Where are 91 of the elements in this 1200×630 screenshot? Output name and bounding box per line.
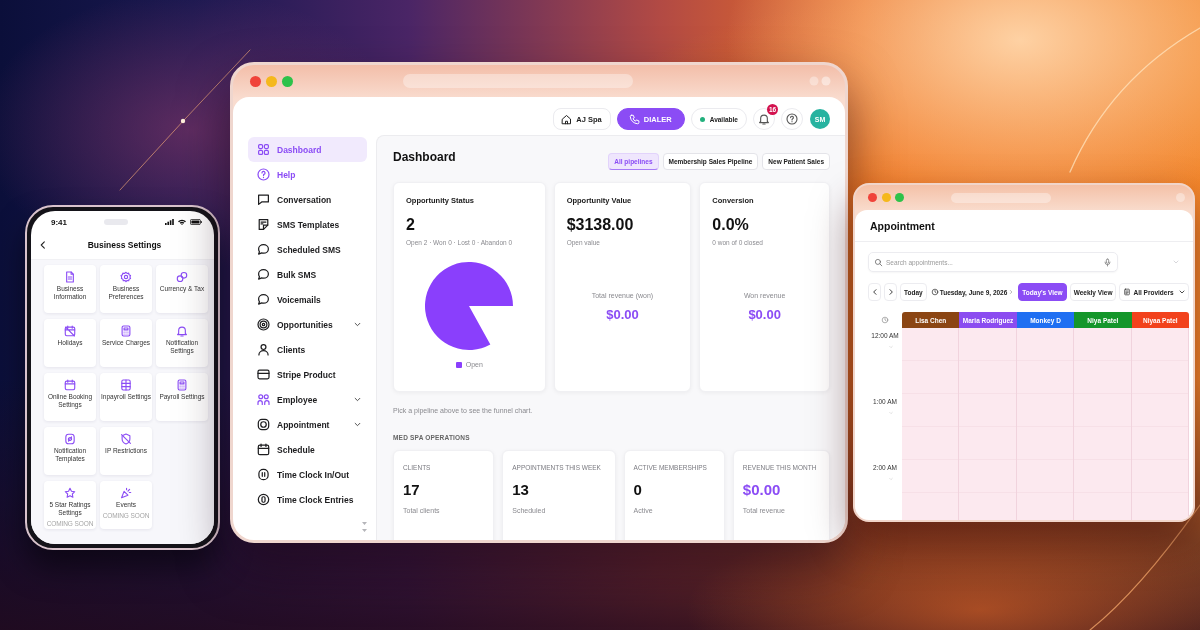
- zoom-button[interactable]: [282, 75, 293, 87]
- calculator-icon: [177, 380, 187, 390]
- sidebar-item[interactable]: Time Clock In/Out: [248, 462, 367, 487]
- ring-icon: [258, 419, 269, 430]
- speech-bubble-icon: [258, 269, 269, 280]
- metric-value: 13: [512, 481, 530, 499]
- card-value: 0.0%: [712, 215, 750, 234]
- battery-icon: [190, 219, 202, 225]
- house-icon: [562, 114, 572, 124]
- scroll-arrows-icon[interactable]: [362, 522, 367, 532]
- card-footer-value: $0.00: [605, 307, 640, 323]
- card-value: 2: [406, 215, 416, 234]
- page-title: Business Settings: [86, 240, 163, 250]
- phone-icon: [629, 114, 639, 124]
- sidebar-item[interactable]: Conversation: [248, 187, 367, 212]
- page-title: Appointment: [870, 219, 935, 232]
- document-icon: [65, 272, 75, 282]
- sidebar-item[interactable]: Bulk SMS: [248, 262, 367, 287]
- status-time: 9:41: [51, 217, 67, 227]
- schedule-grid[interactable]: [902, 328, 1189, 520]
- wifi-icon: [178, 219, 186, 225]
- metric-value: $0.00: [742, 481, 782, 499]
- next-button[interactable]: [884, 283, 897, 301]
- star-icon: [65, 488, 75, 498]
- glow-dot-icon: [180, 118, 186, 124]
- calendar-icon: [65, 380, 75, 390]
- sidebar-item[interactable]: Clients: [248, 337, 367, 362]
- note-icon: [258, 219, 269, 230]
- window-menu-icon[interactable]: [1176, 193, 1185, 202]
- sidebar-item[interactable]: Scheduled SMS: [248, 237, 367, 262]
- card-footer-value: $0.00: [747, 307, 782, 323]
- previous-button[interactable]: [868, 283, 881, 301]
- grid-icon: [258, 144, 269, 155]
- speech-bubble-icon: [258, 294, 269, 305]
- minimize-button[interactable]: [881, 193, 891, 202]
- page-title: Dashboard: [393, 150, 456, 164]
- address-bar[interactable]: [950, 192, 1051, 203]
- card-value: $3138.00: [566, 215, 635, 234]
- card-icon: [258, 369, 269, 380]
- bell-icon: [177, 326, 187, 336]
- close-button[interactable]: [250, 75, 261, 87]
- signal-icon: [165, 219, 174, 225]
- list-icon: [1124, 289, 1131, 295]
- sidebar-item[interactable]: Time Clock Entries: [248, 487, 367, 512]
- calculator-icon: [121, 326, 131, 336]
- target-icon: [258, 319, 269, 330]
- sidebar-item[interactable]: Schedule: [248, 437, 367, 462]
- sidebar-item[interactable]: Appointment: [248, 412, 367, 437]
- back-icon[interactable]: [39, 241, 47, 249]
- clock-icon: [882, 317, 888, 323]
- coins-icon: [177, 272, 187, 282]
- calendar-icon: [258, 444, 269, 455]
- chevron-right-icon: [887, 289, 894, 295]
- address-bar[interactable]: [403, 74, 633, 88]
- close-button[interactable]: [868, 193, 877, 202]
- ledger-icon: [121, 380, 131, 390]
- mic-icon: [1104, 258, 1111, 266]
- coin-icon: [258, 494, 269, 505]
- chevron-left-icon: [871, 289, 878, 295]
- shield-off-icon: [121, 434, 131, 444]
- help-button[interactable]: [781, 108, 803, 130]
- sidebar-item[interactable]: Help: [248, 162, 367, 187]
- sidebar-item[interactable]: Employee: [248, 387, 367, 412]
- chat-icon: [258, 194, 269, 205]
- party-popper-icon: [121, 488, 131, 498]
- sidebar-item[interactable]: Opportunities: [248, 312, 367, 337]
- caret-icon: [1179, 289, 1185, 295]
- window-menu-icon[interactable]: [809, 76, 831, 86]
- sidebar-item[interactable]: Voicemails: [248, 287, 367, 312]
- caret-icon[interactable]: [1173, 259, 1179, 265]
- gear-icon: [121, 272, 131, 282]
- people-icon: [258, 394, 269, 405]
- search-icon: [875, 258, 882, 266]
- calendar-off-icon: [65, 326, 75, 336]
- sidebar-item[interactable]: SMS Templates: [248, 212, 367, 237]
- sidebar-item[interactable]: Dashboard: [248, 137, 367, 162]
- metric-value: 17: [403, 481, 421, 499]
- pause-icon: [258, 469, 269, 480]
- bell-icon: [759, 114, 769, 124]
- refresh-icon: [65, 434, 75, 444]
- metric-value: 0: [633, 481, 643, 499]
- person-icon: [258, 344, 269, 355]
- status-dot-icon: [699, 116, 705, 122]
- zoom-button[interactable]: [895, 193, 904, 202]
- legend-swatch-icon: [455, 361, 462, 368]
- clock-icon: [931, 289, 938, 295]
- minimize-button[interactable]: [266, 75, 277, 87]
- sidebar-item[interactable]: Stripe Product: [248, 362, 367, 387]
- help-icon: [787, 114, 797, 124]
- help-icon: [258, 169, 269, 180]
- speech-bubble-icon: [258, 244, 269, 255]
